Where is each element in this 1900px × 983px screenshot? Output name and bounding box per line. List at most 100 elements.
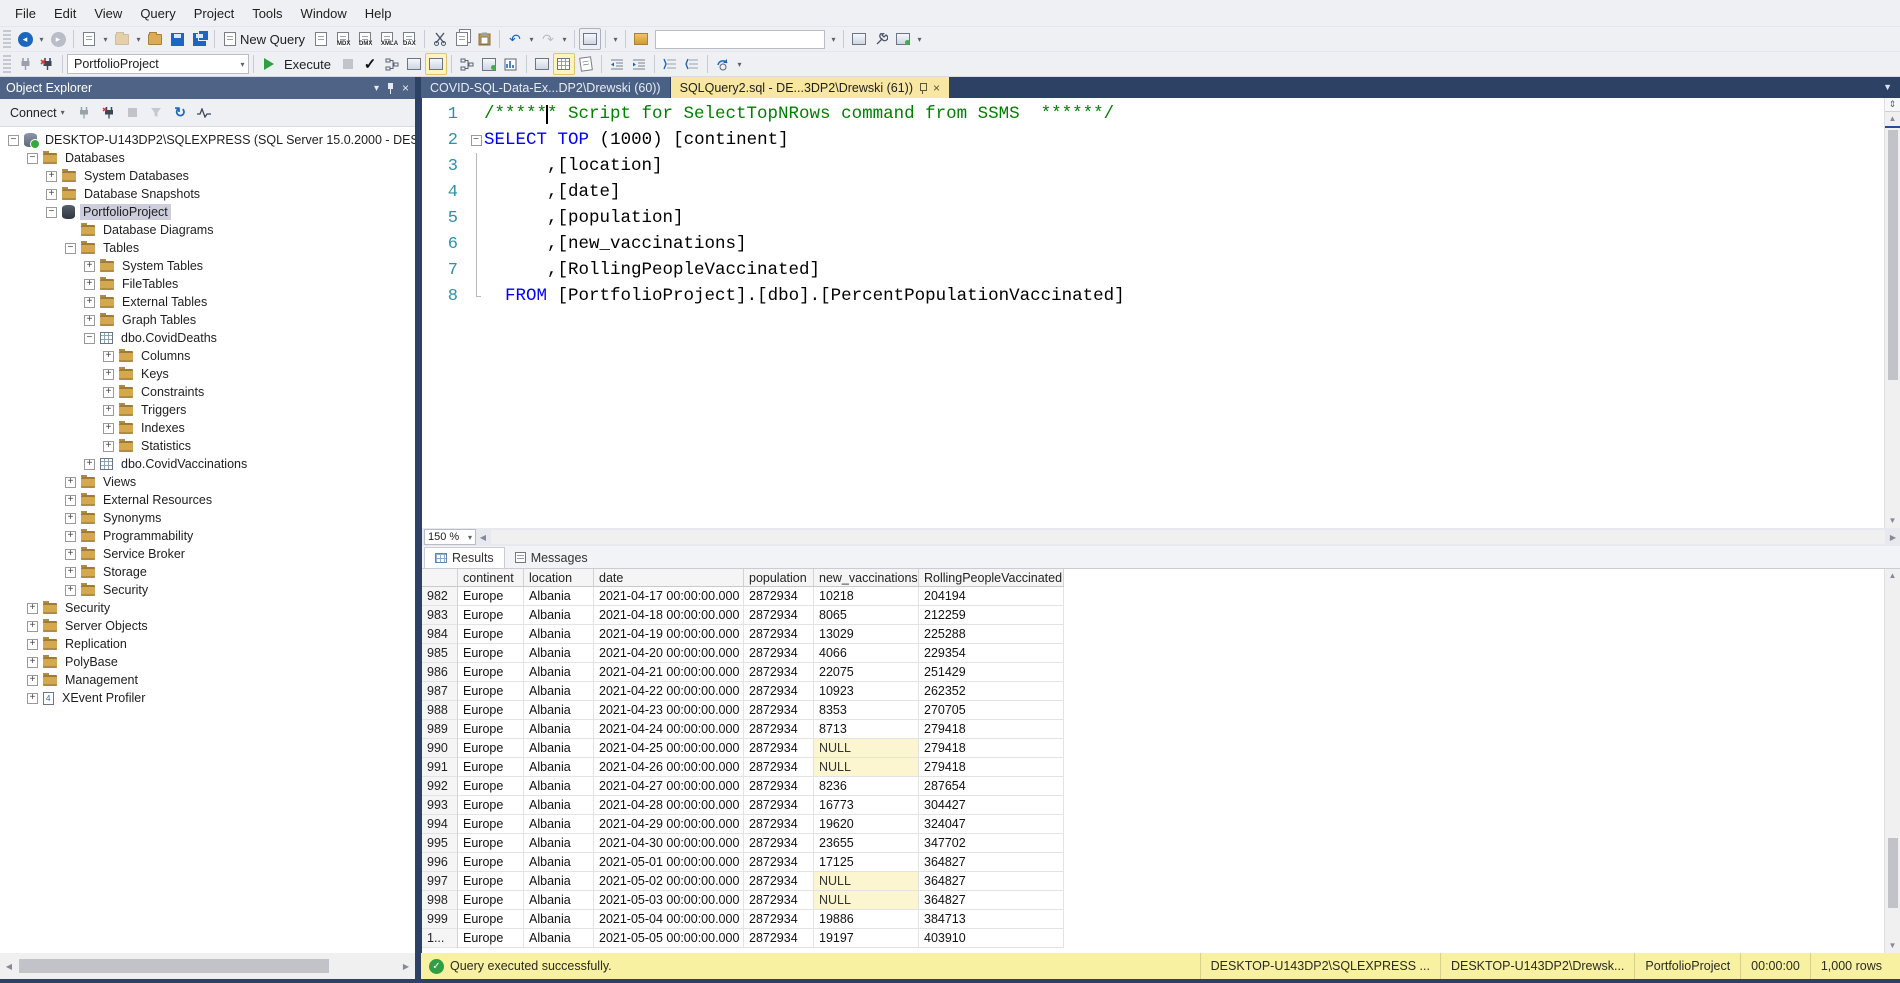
expand-icon[interactable]: + <box>27 621 38 632</box>
row-number-cell[interactable]: 997 <box>422 872 458 891</box>
tree-item[interactable]: +FileTables <box>0 275 415 293</box>
data-cell[interactable]: 2872934 <box>744 625 814 644</box>
panel-pin-icon[interactable] <box>387 83 394 94</box>
data-cell[interactable]: Europe <box>458 587 524 606</box>
tree-item[interactable]: +Storage <box>0 563 415 581</box>
scroll-down-icon[interactable]: ▼ <box>1889 939 1897 953</box>
toolbar-overflow-dropdown[interactable]: ▾ <box>914 35 925 44</box>
menu-query[interactable]: Query <box>131 2 184 25</box>
tree-item[interactable]: +Indexes <box>0 419 415 437</box>
data-cell[interactable]: 8236 <box>814 777 919 796</box>
object-explorer-horizontal-scrollbar[interactable]: ◀ ▶ <box>0 953 415 979</box>
row-number-cell[interactable]: 987 <box>422 682 458 701</box>
tree-item[interactable]: −dbo.CovidDeaths <box>0 329 415 347</box>
data-cell[interactable]: Europe <box>458 739 524 758</box>
collapse-icon[interactable]: − <box>27 153 38 164</box>
data-cell[interactable]: Albania <box>524 682 594 701</box>
data-cell[interactable]: NULL <box>814 891 919 910</box>
data-cell[interactable]: Albania <box>524 663 594 682</box>
tab-list-dropdown-icon[interactable]: ▼ <box>1883 82 1900 98</box>
menu-tools[interactable]: Tools <box>243 2 291 25</box>
data-cell[interactable]: 304427 <box>919 796 1064 815</box>
data-cell[interactable]: 279418 <box>919 720 1064 739</box>
column-header-population[interactable]: population <box>744 569 814 587</box>
row-number-cell[interactable]: 999 <box>422 910 458 929</box>
data-cell[interactable]: 2021-04-28 00:00:00.000 <box>594 796 744 815</box>
comment-selection-button[interactable] <box>659 53 681 75</box>
redo-dropdown[interactable]: ▾ <box>559 35 570 44</box>
data-cell[interactable]: NULL <box>814 739 919 758</box>
undo-button[interactable]: ↶ <box>504 28 526 50</box>
panel-window-position-icon[interactable]: ▾ <box>374 83 379 94</box>
tree-item[interactable]: +Statistics <box>0 437 415 455</box>
data-cell[interactable]: Albania <box>524 929 594 948</box>
tree-item[interactable]: −DESKTOP-U143DP2\SQLEXPRESS (SQL Server … <box>0 131 415 149</box>
data-cell[interactable]: 270705 <box>919 701 1064 720</box>
data-cell[interactable]: 2021-04-19 00:00:00.000 <box>594 625 744 644</box>
data-cell[interactable]: 2872934 <box>744 739 814 758</box>
database-engine-query-button[interactable] <box>310 28 332 50</box>
dmx-query-button[interactable]: DMX <box>354 28 376 50</box>
data-cell[interactable]: Europe <box>458 834 524 853</box>
column-header-new_vaccinations[interactable]: new_vaccinations <box>814 569 919 587</box>
expand-icon[interactable]: + <box>103 405 114 416</box>
expand-icon[interactable]: + <box>103 369 114 380</box>
data-cell[interactable]: Europe <box>458 663 524 682</box>
data-cell[interactable]: 2872934 <box>744 815 814 834</box>
data-cell[interactable]: Albania <box>524 853 594 872</box>
cut-button[interactable] <box>429 28 451 50</box>
change-connection-button[interactable] <box>36 53 58 75</box>
data-cell[interactable]: 13029 <box>814 625 919 644</box>
data-cell[interactable]: 2872934 <box>744 777 814 796</box>
tab-results[interactable]: Results <box>424 547 505 568</box>
tree-item[interactable]: Database Diagrams <box>0 221 415 239</box>
data-cell[interactable]: 22075 <box>814 663 919 682</box>
tree-item[interactable]: +Graph Tables <box>0 311 415 329</box>
toolbar-dropdown[interactable]: ▾ <box>610 35 621 44</box>
specify-values-button[interactable] <box>712 53 734 75</box>
client-statistics-button[interactable] <box>500 53 522 75</box>
row-number-cell[interactable]: 984 <box>422 625 458 644</box>
data-cell[interactable]: Albania <box>524 796 594 815</box>
tab-close-icon[interactable]: × <box>933 82 940 94</box>
connect-button[interactable] <box>14 53 36 75</box>
tree-item[interactable]: +Security <box>0 599 415 617</box>
data-cell[interactable]: Albania <box>524 625 594 644</box>
panel-close-icon[interactable]: × <box>402 81 409 95</box>
data-cell[interactable]: 212259 <box>919 606 1064 625</box>
data-cell[interactable]: 204194 <box>919 587 1064 606</box>
data-cell[interactable]: 2021-05-02 00:00:00.000 <box>594 872 744 891</box>
data-cell[interactable]: 2021-04-20 00:00:00.000 <box>594 644 744 663</box>
data-cell[interactable]: 403910 <box>919 929 1064 948</box>
available-databases-combobox[interactable]: PortfolioProject ▾ <box>67 54 249 74</box>
row-number-cell[interactable]: 991 <box>422 758 458 777</box>
expand-icon[interactable]: + <box>103 387 114 398</box>
data-cell[interactable]: 251429 <box>919 663 1064 682</box>
tree-item[interactable]: +Synonyms <box>0 509 415 527</box>
expand-icon[interactable]: + <box>84 315 95 326</box>
live-query-statistics-button[interactable] <box>478 53 500 75</box>
data-cell[interactable]: 2021-05-03 00:00:00.000 <box>594 891 744 910</box>
data-cell[interactable]: 2021-04-18 00:00:00.000 <box>594 606 744 625</box>
data-cell[interactable]: 279418 <box>919 739 1064 758</box>
data-cell[interactable]: Europe <box>458 644 524 663</box>
menu-help[interactable]: Help <box>356 2 401 25</box>
expand-icon[interactable]: + <box>65 549 76 560</box>
tab-pin-icon[interactable] <box>920 83 926 93</box>
tree-item[interactable]: +Database Snapshots <box>0 185 415 203</box>
xmla-query-button[interactable]: XMLA <box>376 28 398 50</box>
properties-button[interactable] <box>848 28 870 50</box>
tree-item[interactable]: +Columns <box>0 347 415 365</box>
connect-dropdown-button[interactable]: Connect▾ <box>6 103 69 123</box>
column-header-RollingPeopleVaccinated[interactable]: RollingPeopleVaccinated <box>919 569 1064 587</box>
mdx-query-button[interactable]: MDX <box>332 28 354 50</box>
menu-window[interactable]: Window <box>292 2 356 25</box>
tab-sqlquery2[interactable]: SQLQuery2.sql - DE...3DP2\Drewski (61)) … <box>671 77 949 98</box>
data-cell[interactable]: Europe <box>458 853 524 872</box>
data-cell[interactable]: 262352 <box>919 682 1064 701</box>
data-cell[interactable]: 2872934 <box>744 853 814 872</box>
column-header-date[interactable]: date <box>594 569 744 587</box>
data-cell[interactable]: 19620 <box>814 815 919 834</box>
row-number-cell[interactable]: 988 <box>422 701 458 720</box>
data-cell[interactable]: Europe <box>458 701 524 720</box>
